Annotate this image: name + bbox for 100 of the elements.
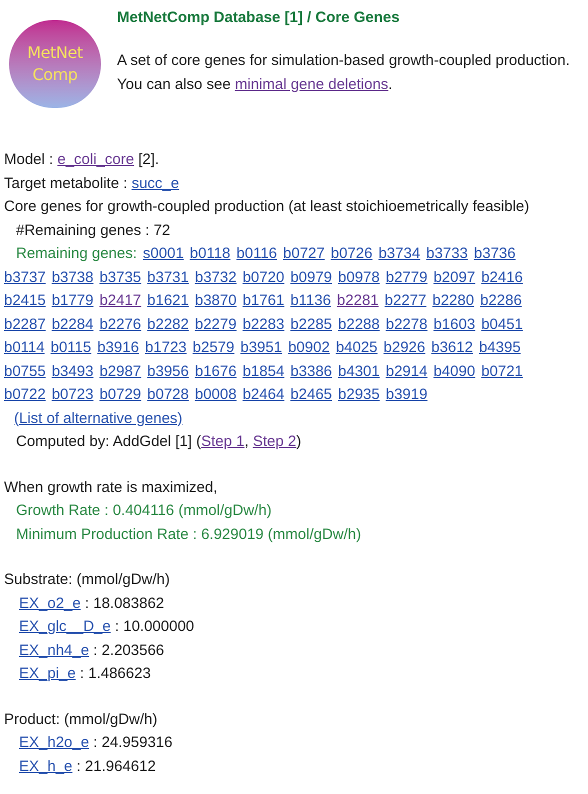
model-link[interactable]: e_coli_core (57, 148, 134, 172)
gene-link[interactable]: s0001 (142, 242, 184, 266)
gene-link[interactable]: b2935 (338, 383, 380, 406)
gene-link[interactable]: b2284 (52, 312, 94, 336)
gene-link[interactable]: b2279 (194, 312, 237, 336)
flux-link[interactable]: EX_nh4_e (19, 638, 90, 662)
flux-value: : 21.964612 (76, 756, 156, 776)
gene-link[interactable]: b3386 (290, 360, 332, 383)
gene-link[interactable]: b1676 (194, 360, 237, 383)
gene-link[interactable]: b0723 (52, 383, 94, 406)
gene-link[interactable]: b0115 (50, 336, 92, 360)
gene-link[interactable]: b1723 (144, 336, 187, 360)
gene-link[interactable]: b2276 (99, 312, 142, 336)
gene-link[interactable]: b2286 (480, 289, 522, 312)
gene-link[interactable]: b2287 (4, 312, 46, 336)
gene-link[interactable]: b0978 (338, 266, 380, 289)
gene-link[interactable]: b2288 (338, 312, 380, 336)
gene-link[interactable]: b3919 (386, 383, 428, 406)
gene-link[interactable]: b3738 (52, 266, 94, 289)
gene-link[interactable]: b0729 (99, 383, 142, 406)
gene-link[interactable]: b2277 (384, 289, 426, 312)
gene-link[interactable]: b0114 (4, 336, 45, 360)
gene-link[interactable]: b1621 (147, 289, 189, 312)
gene-link[interactable]: b3612 (431, 336, 473, 360)
gene-link[interactable]: b2285 (290, 312, 332, 336)
flux-link[interactable]: EX_glc__D_e (19, 615, 111, 638)
gene-link[interactable]: b0118 (190, 242, 230, 266)
gene-link[interactable]: b2779 (386, 266, 428, 289)
gene-link[interactable]: b2097 (433, 266, 476, 289)
computed-by-text: Computed by: AddGdel [1] ( (16, 432, 202, 452)
gene-link[interactable]: b2416 (481, 266, 523, 289)
product-heading: Product: (mmol/gDw/h) (4, 710, 158, 730)
gene-link[interactable]: b3870 (194, 289, 237, 312)
gene-link[interactable]: b3735 (99, 266, 142, 289)
gene-link[interactable]: b2465 (290, 383, 332, 406)
target-link[interactable]: succ_e (132, 172, 180, 195)
gene-link[interactable]: b2417 (99, 289, 142, 312)
gene-link[interactable]: b0728 (147, 383, 189, 406)
gene-link[interactable]: b0720 (242, 266, 284, 289)
gene-link[interactable]: b3493 (52, 360, 94, 383)
step-link[interactable]: Step 1 (201, 430, 244, 454)
gene-link[interactable]: b4301 (338, 360, 380, 383)
flux-link[interactable]: EX_h_e (19, 754, 72, 778)
gene-link[interactable]: b2283 (242, 312, 284, 336)
flux-link[interactable]: EX_pi_e (19, 662, 76, 686)
gene-link[interactable]: b1603 (433, 312, 476, 336)
gene-link[interactable]: b2280 (432, 289, 474, 312)
flux-link[interactable]: EX_o2_e (19, 592, 81, 615)
gene-link[interactable]: b0451 (481, 312, 523, 336)
separator: , (244, 432, 250, 452)
logo-text: MetNet (27, 42, 83, 64)
core-genes-heading: Core genes for growth-coupled production (at least stoichioemetrically feasible) (4, 197, 530, 217)
gene-link[interactable]: b1854 (242, 360, 284, 383)
gene-link[interactable]: b2464 (242, 383, 284, 406)
gene-link[interactable]: b2282 (147, 312, 189, 336)
gene-link[interactable]: b1136 (290, 289, 331, 312)
gene-link[interactable]: b0727 (283, 242, 325, 266)
gene-link[interactable]: b2926 (384, 336, 426, 360)
gene-link[interactable]: b2278 (386, 312, 428, 336)
gene-link[interactable]: b3734 (378, 242, 420, 266)
step-link[interactable]: Step 2 (252, 430, 296, 454)
gene-link[interactable]: b2415 (4, 289, 46, 312)
remaining-count: #Remaining genes : 72 (15, 220, 172, 240)
growth-rate: Growth Rate : 0.404116 (mmol/gDw/h) (15, 501, 273, 521)
gene-link[interactable]: b4025 (336, 336, 378, 360)
gene-link[interactable]: b3736 (474, 242, 516, 266)
gene-link[interactable]: b2281 (336, 289, 379, 312)
gene-link[interactable]: b2987 (99, 360, 142, 383)
gene-link[interactable]: b3951 (240, 336, 282, 360)
gene-link[interactable]: b1761 (242, 289, 284, 312)
flux-value: : 10.000000 (114, 617, 194, 637)
gene-link[interactable]: b2579 (192, 336, 234, 360)
gene-link[interactable]: b0721 (481, 360, 523, 383)
gene-link[interactable]: b0979 (290, 266, 332, 289)
deletions-link[interactable]: minimal gene deletions (234, 76, 388, 92)
target-label: Target metabolite : (4, 174, 128, 194)
gene-link[interactable]: b1779 (52, 289, 94, 312)
gene-link[interactable]: b3731 (147, 266, 189, 289)
alternative-genes-link[interactable]: (List of alternative genes) (14, 406, 182, 430)
production-rate: Minimum Production Rate : 6.929019 (mmol/gDw/h) (15, 524, 362, 544)
gene-link[interactable]: b3732 (194, 266, 237, 289)
gene-link[interactable]: b0008 (194, 383, 237, 406)
gene-link[interactable]: b3956 (147, 360, 189, 383)
gene-link[interactable]: b0722 (4, 383, 46, 406)
gene-link[interactable]: b3733 (426, 242, 468, 266)
gene-link[interactable]: b0726 (330, 242, 372, 266)
gene-link[interactable]: b0116 (236, 242, 278, 266)
gene-link[interactable]: b3737 (4, 266, 46, 289)
closing-paren: ) (296, 432, 302, 452)
gene-link[interactable]: b0902 (288, 336, 330, 360)
logo-text: Comp (32, 64, 78, 86)
gene-link[interactable]: b3916 (97, 336, 139, 360)
flux-value: : 1.486623 (78, 664, 151, 684)
gene-link[interactable]: b2914 (386, 360, 428, 383)
gene-link[interactable]: b0755 (4, 360, 46, 383)
gene-link[interactable]: b4090 (433, 360, 476, 383)
maximized-heading: When growth rate is maximized, (4, 478, 218, 498)
gene-link[interactable]: b4395 (478, 336, 521, 360)
description: A set of core genes for simulation-based growth-coupled production. You can also see minimal gene deletions. (117, 50, 571, 94)
flux-link[interactable]: EX_h2o_e (19, 731, 90, 754)
